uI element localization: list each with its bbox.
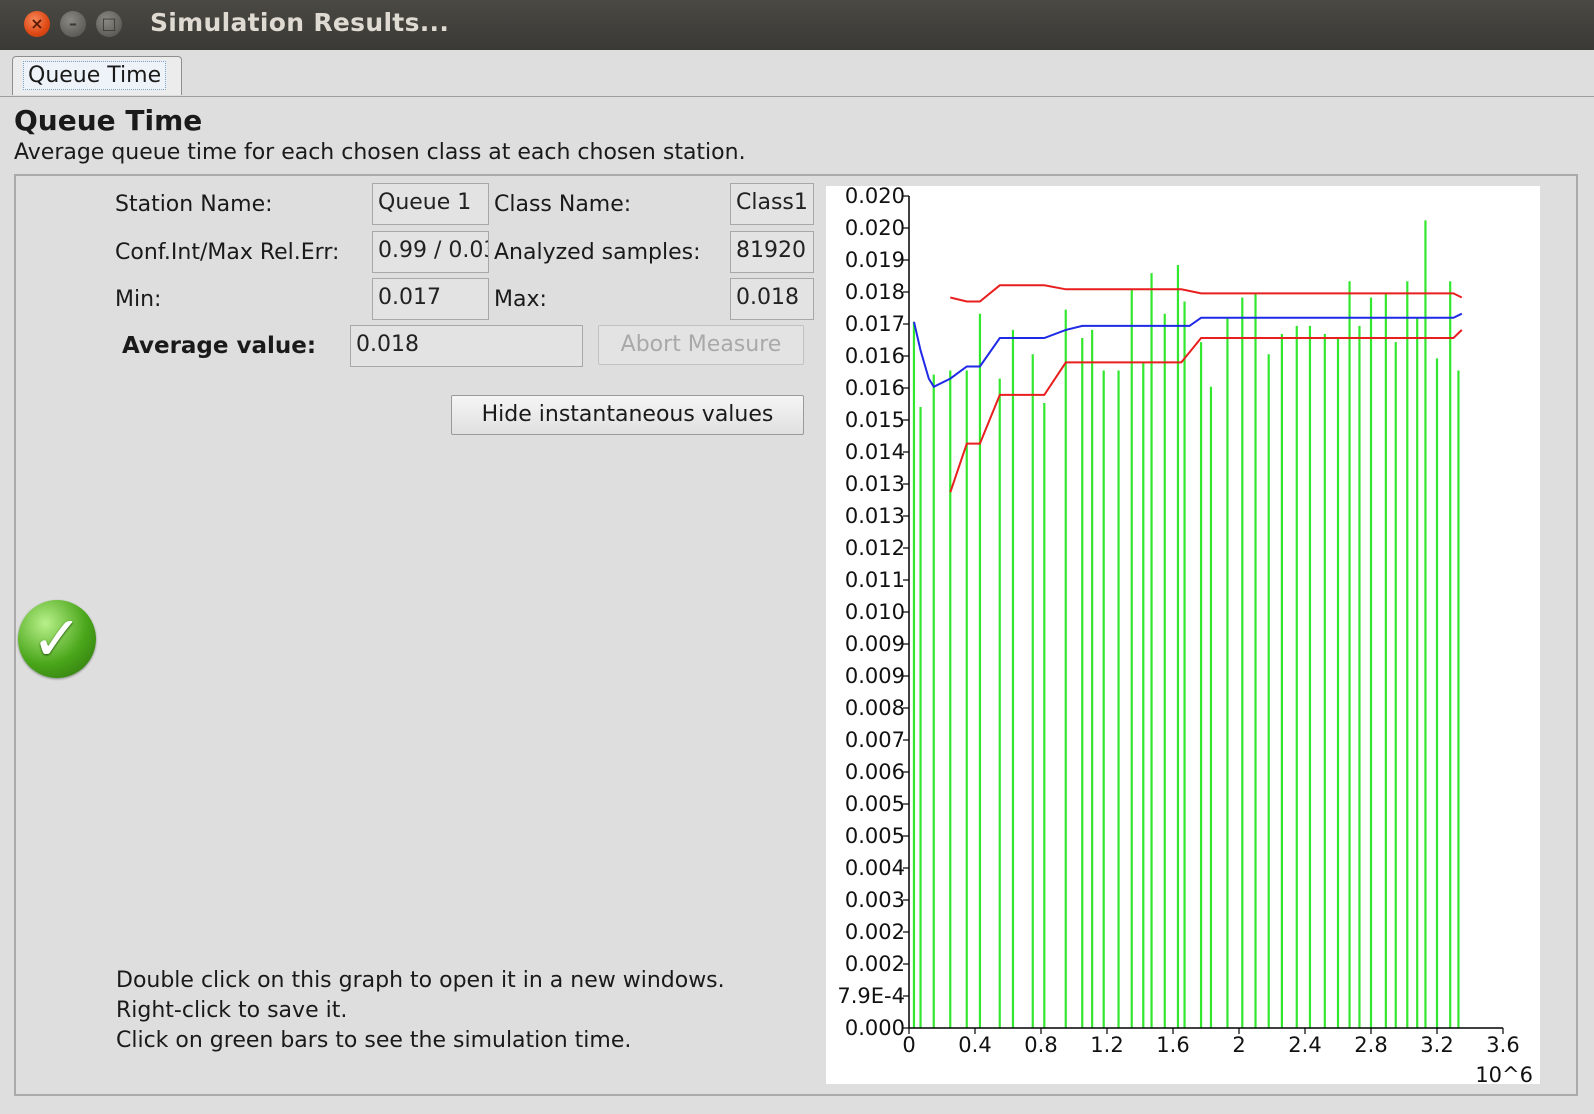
y-tick-label: 0.013 — [845, 472, 905, 496]
x-tick-label: 0 — [902, 1033, 915, 1057]
abort-measure-button[interactable]: Abort Measure — [598, 325, 804, 365]
y-tick-label: 0.000 — [845, 1016, 905, 1040]
max-field[interactable]: 0.018 — [730, 278, 814, 320]
x-tick-label: 1.2 — [1090, 1033, 1123, 1057]
tab-queue-time[interactable]: Queue Time — [12, 56, 182, 95]
window-maximize-button[interactable]: □ — [96, 11, 122, 37]
station-name-field[interactable]: Queue 1 — [372, 183, 489, 225]
average-value-label: Average value: — [122, 333, 317, 359]
y-tick-label: 7.9E-4 — [837, 984, 905, 1008]
instantaneous-bars[interactable] — [912, 220, 1460, 1028]
y-tick-label: 0.005 — [845, 824, 905, 848]
y-tick-label: 0.009 — [845, 632, 905, 656]
queue-time-chart[interactable]: 0.000 7.9E-4 0.002 0.002 0.003 0.004 0.005 0.00… — [826, 186, 1540, 1084]
series-line-mean — [913, 312, 1463, 389]
y-tick-label: 0.015 — [845, 408, 905, 432]
chart-canvas[interactable]: 0.000 7.9E-4 0.002 0.002 0.003 0.004 0.005 0.00… — [826, 186, 1540, 1084]
maximize-icon: □ — [101, 14, 117, 33]
x-tick-label: 0.4 — [958, 1033, 991, 1057]
average-value-field[interactable]: 0.018 — [350, 325, 583, 367]
y-tick-label: 0.008 — [845, 696, 905, 720]
class-name-label: Class Name: — [494, 192, 632, 217]
y-tick-label: 0.016 — [845, 344, 905, 368]
y-tick-label: 0.016 — [845, 376, 905, 400]
help-text-line-2: Right-click to save it. — [116, 998, 348, 1023]
page-description: Average queue time for each chosen class… — [14, 140, 746, 165]
y-tick-label: 0.005 — [845, 792, 905, 816]
help-text-line-1: Double click on this graph to open it in… — [116, 968, 725, 993]
class-name-field[interactable]: Class1 — [730, 183, 814, 225]
success-check-icon: ✓ — [18, 600, 96, 678]
x-tick-label: 3.6 — [1486, 1033, 1519, 1057]
x-tick-label: 3.2 — [1420, 1033, 1453, 1057]
y-tick-label: 0.020 — [845, 186, 905, 208]
y-tick-label: 0.004 — [845, 856, 905, 880]
window-title: Simulation Results... — [150, 8, 450, 37]
y-tick-label: 0.002 — [845, 920, 905, 944]
help-text-line-3: Click on green bars to see the simulatio… — [116, 1028, 632, 1053]
y-tick-label: 0.007 — [845, 728, 905, 752]
series-lines — [913, 284, 1463, 493]
x-tick-label: 0.8 — [1024, 1033, 1057, 1057]
y-tick-label: 0.006 — [845, 760, 905, 784]
tab-label: Queue Time — [23, 61, 167, 90]
window-close-button[interactable]: × — [24, 11, 50, 37]
page-title: Queue Time — [14, 104, 203, 137]
tab-strip: Queue Time — [0, 50, 1594, 97]
y-tick-label: 0.009 — [845, 664, 905, 688]
min-field[interactable]: 0.017 — [372, 278, 489, 320]
x-tick-label: 2.8 — [1354, 1033, 1387, 1057]
min-label: Min: — [115, 287, 162, 312]
y-tick-label: 0.011 — [845, 568, 905, 592]
title-bar: × – □ Simulation Results... — [0, 0, 1594, 50]
minimize-icon: – — [69, 14, 77, 33]
y-tick-label: 0.013 — [845, 504, 905, 528]
conf-int-label: Conf.Int/Max Rel.Err: — [115, 240, 340, 265]
window-minimize-button[interactable]: – — [60, 11, 86, 37]
conf-int-field[interactable]: 0.99 / 0.03 — [372, 231, 489, 273]
analyzed-samples-field[interactable]: 81920 — [730, 231, 814, 273]
y-tick-label: 0.002 — [845, 952, 905, 976]
y-tick-label: 0.018 — [845, 280, 905, 304]
y-tick-label: 0.012 — [845, 536, 905, 560]
hide-instantaneous-button[interactable]: Hide instantaneous values — [451, 395, 804, 435]
y-tick-label: 0.014 — [845, 440, 905, 464]
x-tick-label: 2 — [1232, 1033, 1245, 1057]
x-unit-label: 10^6 — [1475, 1063, 1533, 1084]
y-tick-label: 0.010 — [845, 600, 905, 624]
y-tick-label: 0.019 — [845, 248, 905, 272]
x-tick-label: 1.6 — [1156, 1033, 1189, 1057]
y-tick-label: 0.003 — [845, 888, 905, 912]
close-icon: × — [30, 14, 44, 33]
x-tick-label: 2.4 — [1288, 1033, 1321, 1057]
station-name-label: Station Name: — [115, 192, 273, 217]
analyzed-samples-label: Analyzed samples: — [494, 240, 701, 265]
max-label: Max: — [494, 287, 547, 312]
y-tick-label: 0.017 — [845, 312, 905, 336]
y-tick-label: 0.020 — [845, 216, 905, 240]
